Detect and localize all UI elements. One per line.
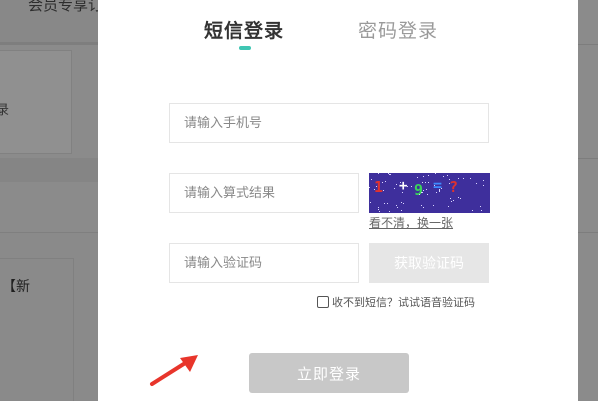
- background-card: [0, 50, 72, 154]
- captcha-noise-dot: [422, 182, 423, 183]
- background-header-text: 会员专享订: [28, 0, 104, 14]
- login-button[interactable]: 立即登录: [249, 353, 409, 393]
- captcha-noise-dot: [371, 179, 372, 180]
- captcha-noise-dot: [387, 203, 388, 204]
- captcha-noise-dot: [427, 194, 428, 195]
- background-divider: [0, 42, 98, 45]
- captcha-noise-dot: [449, 179, 450, 180]
- voice-code-checkbox[interactable]: [317, 296, 329, 308]
- captcha-noise-dot: [419, 194, 420, 195]
- captcha-noise-dot: [397, 207, 398, 208]
- captcha-noise-dot: [422, 192, 423, 193]
- captcha-noise-dot: [428, 182, 429, 183]
- captcha-noise-dot: [394, 188, 395, 189]
- captcha-noise-dot: [400, 182, 401, 183]
- captcha-noise-dot: [388, 173, 389, 174]
- verification-code-input[interactable]: [169, 243, 359, 283]
- background-divider-band: [0, 158, 98, 182]
- captcha-noise-dot: [401, 202, 402, 203]
- captcha-char: 9: [414, 181, 424, 199]
- captcha-noise-dot: [448, 206, 449, 207]
- captcha-noise-dot: [402, 192, 403, 193]
- captcha-noise-dot: [481, 210, 482, 211]
- captcha-noise-dot: [423, 176, 424, 177]
- captcha-noise-dot: [421, 205, 422, 206]
- math-result-input[interactable]: [169, 173, 359, 213]
- captcha-noise-dot: [376, 186, 377, 187]
- captcha-noise-dot: [396, 205, 397, 206]
- captcha-noise-dot: [411, 186, 412, 187]
- active-tab-indicator: [239, 46, 251, 50]
- captcha-noise-dot: [403, 203, 404, 204]
- captcha-noise-dot: [450, 198, 451, 199]
- captcha-noise-dot: [370, 202, 371, 203]
- captcha-noise-dot: [378, 209, 379, 210]
- captcha-noise-dot: [434, 185, 435, 186]
- captcha-noise-dot: [441, 188, 442, 189]
- captcha-noise-dot: [390, 174, 391, 175]
- captcha-noise-dot: [480, 206, 481, 207]
- captcha-noise-dot: [436, 192, 437, 193]
- captcha-noise-dot: [421, 192, 422, 193]
- captcha-noise-dot: [435, 173, 436, 174]
- captcha-noise-dot: [374, 189, 375, 190]
- captcha-noise-dot: [451, 201, 452, 202]
- captcha-noise-dot: [449, 183, 450, 184]
- captcha-noise-dot: [385, 181, 386, 182]
- background-page-right: [578, 0, 598, 401]
- captcha-noise-dot: [483, 185, 484, 186]
- voice-code-option[interactable]: 收不到短信？试试语音验证码: [317, 294, 475, 310]
- get-code-button[interactable]: 获取验证码: [369, 243, 489, 283]
- captcha-noise-dot: [458, 197, 459, 198]
- tab-sms-login[interactable]: 短信登录: [204, 16, 284, 43]
- captcha-noise-dot: [423, 190, 424, 191]
- captcha-noise-dot: [483, 180, 484, 181]
- red-arrow-icon: [150, 355, 198, 386]
- captcha-noise-dot: [396, 184, 397, 185]
- voice-code-label: 收不到短信？试试语音验证码: [332, 296, 475, 309]
- captcha-noise-dot: [379, 211, 380, 212]
- captcha-noise-dot: [426, 189, 427, 190]
- captcha-char: 1: [374, 178, 384, 196]
- captcha-image[interactable]: 1 + 9 = ?: [369, 173, 490, 213]
- login-modal: 短信登录 密码登录 1 + 9 = ? 看不清，换一张 获取验证码 收不到短信？…: [98, 0, 578, 401]
- captcha-noise-dot: [423, 207, 424, 208]
- background-product-title: 【新: [2, 279, 30, 295]
- captcha-noise-dot: [384, 203, 385, 204]
- captcha-noise-dot: [428, 175, 429, 176]
- captcha-noise-dot: [425, 182, 426, 183]
- background-divider: [578, 158, 598, 159]
- captcha-noise-dot: [460, 198, 461, 199]
- captcha-noise-dot: [401, 210, 402, 211]
- background-divider: [578, 44, 598, 45]
- captcha-noise-dot: [458, 178, 459, 179]
- captcha-noise-dot: [470, 178, 471, 179]
- tab-password-login[interactable]: 密码登录: [358, 16, 438, 43]
- captcha-noise-dot: [407, 186, 408, 187]
- captcha-noise-dot: [383, 190, 384, 191]
- captcha-noise-dot: [433, 205, 434, 206]
- captcha-noise-dot: [472, 210, 473, 211]
- captcha-noise-dot: [389, 174, 390, 175]
- captcha-char: ?: [449, 178, 459, 196]
- background-divider: [578, 232, 598, 233]
- captcha-noise-dot: [439, 191, 440, 192]
- captcha-noise-dot: [382, 182, 383, 183]
- captcha-noise-dot: [378, 207, 379, 208]
- captcha-noise-dot: [417, 177, 418, 178]
- captcha-noise-dot: [476, 183, 477, 184]
- captcha-noise-dot: [447, 175, 448, 176]
- refresh-captcha-link[interactable]: 看不清，换一张: [369, 214, 453, 231]
- captcha-noise-dot: [378, 173, 379, 174]
- phone-input[interactable]: [169, 103, 489, 143]
- captcha-noise-dot: [463, 178, 464, 179]
- captcha-noise-dot: [453, 200, 454, 201]
- captcha-noise-dot: [443, 176, 444, 177]
- captcha-noise-dot: [369, 187, 370, 188]
- background-side-text: 录: [0, 103, 10, 118]
- captcha-noise-dot: [389, 211, 390, 212]
